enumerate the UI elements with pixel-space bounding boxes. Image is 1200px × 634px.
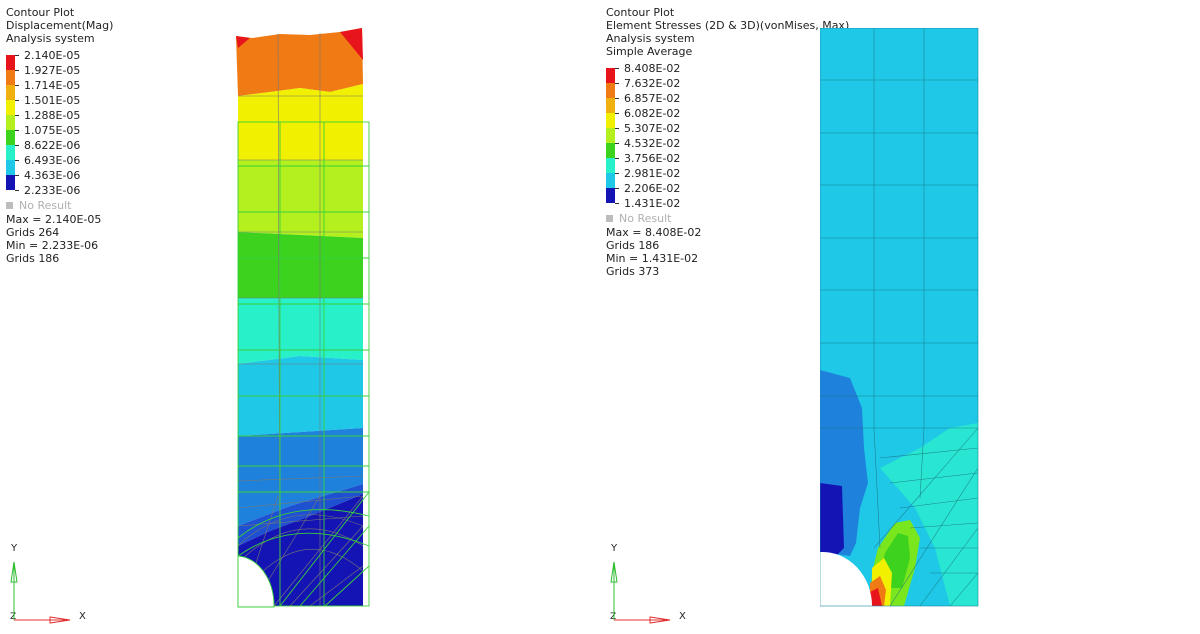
left-scale-label: 6.493E-06 [24,154,81,167]
right-scale-label: 3.756E-02 [624,152,681,165]
right-scale-tick [615,113,619,114]
left-no-result-entry: No Result [6,199,71,212]
right-scale-label: 1.431E-02 [624,197,681,210]
right-legend-averaging: Simple Average [606,45,693,58]
left-band-4 [238,232,363,298]
left-scale-tick [15,160,19,161]
left-axis-triad: Y X Z [10,543,86,624]
left-scale-swatch [6,100,15,115]
left-legend-title: Contour Plot [6,6,75,19]
left-scale-label: 1.288E-05 [24,109,81,122]
left-stat-line: Max = 2.140E-05 [6,213,102,226]
left-scale-swatch [6,55,15,70]
right-stat-line: Grids 186 [606,239,660,252]
left-band-5 [238,298,363,364]
left-scale-tick [15,55,19,56]
right-axis-x-label: X [679,611,686,622]
right-stats: Max = 8.408E-02 Grids 186 Min = 1.431E-02 G… [606,226,701,278]
left-band-3 [238,160,363,238]
left-stat-line: Grids 186 [6,252,60,265]
right-color-scale[interactable]: 8.408E-02 7.632E-02 6.857E-02 6.082E-02 5.30… [606,62,806,292]
right-scale-swatch [606,83,615,98]
right-scale-swatch [606,173,615,188]
left-stats: Max = 2.140E-05 Grids 264 Min = 2.233E-06 G… [6,213,101,265]
left-axis-y-label: Y [10,543,18,554]
left-scale-swatch [6,145,15,160]
left-scale-swatch [6,130,15,145]
right-scale-label: 4.532E-02 [624,137,681,150]
right-scale-swatch [606,158,615,173]
right-scale-label: 7.632E-02 [624,77,681,90]
left-legend: Contour Plot Displacement(Mag) Analysis … [6,6,206,279]
left-scale-tick [15,145,19,146]
left-scale-swatch [6,70,15,85]
left-legend-system: Analysis system [6,32,95,45]
left-scale-label: 1.927E-05 [24,64,81,77]
right-legend-result-type: Element Stresses (2D & 3D)(vonMises, Max… [606,19,850,32]
right-scale-tick [615,128,619,129]
left-no-result-label: No Result [19,199,72,212]
right-scale-swatch [606,128,615,143]
left-scale-swatch [6,85,15,100]
right-scale-tick [615,188,619,189]
left-scale-label: 2.233E-06 [24,184,81,197]
left-band-1 [236,28,363,96]
right-scale-tick [615,143,619,144]
right-scale-tick [615,203,619,204]
left-scale-label: 1.714E-05 [24,79,81,92]
right-axis-triad: Y X Z [610,543,686,624]
left-scale-tick [15,175,19,176]
left-scale-swatch [6,160,15,175]
left-axis-x-label: X [79,611,86,622]
right-scale-label: 5.307E-02 [624,122,681,135]
right-axis-y-label: Y [610,543,618,554]
right-scale-swatch [606,98,615,113]
left-stat-line: Min = 2.233E-06 [6,239,99,252]
left-displacement-contour[interactable] [230,26,375,608]
right-scale-swatch [606,68,615,83]
right-stat-line: Min = 1.431E-02 [606,252,699,265]
right-scale-label: 2.206E-02 [624,182,681,195]
left-scale-label: 1.075E-05 [24,124,81,137]
right-stat-line: Grids 373 [606,265,660,278]
left-scale-swatch [6,175,15,190]
right-no-result-swatch [606,215,613,222]
left-stat-line: Grids 264 [6,226,60,239]
left-scale-label: 8.622E-06 [24,139,81,152]
left-color-scale[interactable]: 2.140E-05 1.927E-05 1.714E-05 1.501E-05 1.28… [6,49,206,279]
right-scale-label: 2.981E-02 [624,167,681,180]
left-scale-tick [15,115,19,116]
right-legend: Contour Plot Element Stresses (2D & 3D)(… [606,6,849,292]
left-no-result-swatch [6,202,13,209]
right-scale-tick [615,83,619,84]
right-scale-swatch [606,188,615,203]
left-scale-label: 2.140E-05 [24,49,81,62]
right-scale-swatch [606,143,615,158]
right-scale-label: 6.857E-02 [624,92,681,105]
right-scale-label: 6.082E-02 [624,107,681,120]
right-no-result-label: No Result [619,212,672,225]
right-stress-contour[interactable] [820,28,980,608]
right-scale-swatch [606,113,615,128]
right-scale-tick [615,173,619,174]
left-scale-tick [15,85,19,86]
left-scale-tick [15,190,19,191]
left-scale-label: 1.501E-05 [24,94,81,107]
left-scale-label: 4.363E-06 [24,169,81,182]
right-band-min-left [820,483,844,558]
right-scale-tick [615,68,619,69]
right-no-result-entry: No Result [606,212,671,225]
right-scale-tick [615,98,619,99]
right-scale-tick [615,158,619,159]
left-legend-result-type: Displacement(Mag) [6,19,114,32]
right-scale-label: 8.408E-02 [624,62,681,75]
left-scale-tick [15,130,19,131]
right-legend-system: Analysis system [606,32,695,45]
right-legend-title: Contour Plot [606,6,675,19]
left-scale-tick [15,100,19,101]
left-scale-tick [15,70,19,71]
right-stat-line: Max = 8.408E-02 [606,226,702,239]
left-scale-swatch [6,115,15,130]
